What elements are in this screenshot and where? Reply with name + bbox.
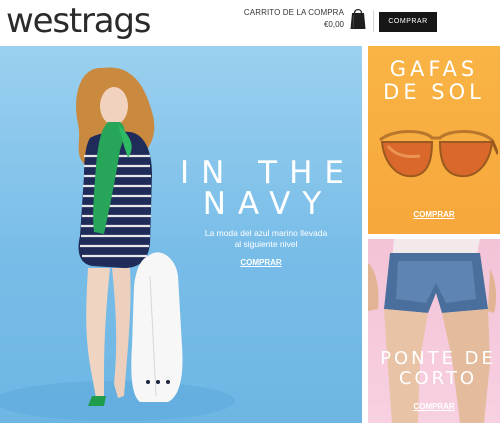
cart-total: €0,00 xyxy=(323,20,344,29)
promo-shorts-link[interactable]: COMPRAR xyxy=(408,402,460,411)
header-divider xyxy=(373,10,374,32)
promo-sunglasses-title: GAFAS DE SOL xyxy=(368,58,500,104)
shopping-cart-summary[interactable]: CARRITO DE LA COMPRA €0,00 xyxy=(240,8,344,32)
hero-title: IN THE NAVY xyxy=(178,158,358,220)
site-header: westrags CARRITO DE LA COMPRA €0,00 COMP… xyxy=(0,0,500,46)
cart-title: CARRITO DE LA COMPRA xyxy=(243,8,344,17)
shorts-photo xyxy=(368,239,497,423)
promo-sunglasses[interactable]: GAFAS DE SOL COMPRAR xyxy=(368,46,500,234)
hero-shop-link[interactable]: COMPRAR xyxy=(237,258,285,267)
hero-subtitle-line-1: La moda del azul marino llevada xyxy=(204,228,328,238)
promo-shorts[interactable]: PONTE DE CORTO COMPRAR xyxy=(368,239,500,423)
hero-subtitle: La moda del azul marino llevada al sigui… xyxy=(180,228,352,250)
hero-subtitle-line-2: al siguiente nivel xyxy=(234,239,298,249)
sunglasses-image xyxy=(379,130,498,178)
promo-shorts-title-line-1: PONTE DE xyxy=(380,348,496,369)
shopping-bag-icon[interactable] xyxy=(350,7,366,30)
promo-shorts-title: PONTE DE CORTO xyxy=(372,349,500,389)
checkout-button[interactable]: COMPRAR xyxy=(379,12,437,32)
promo-sunglasses-title-line-1: GAFAS xyxy=(389,57,479,81)
promo-sunglasses-title-line-2: DE SOL xyxy=(383,80,485,104)
promo-sunglasses-link[interactable]: COMPRAR xyxy=(408,210,460,219)
hero-title-line-2: NAVY xyxy=(202,186,334,222)
hero-banner[interactable]: IN THE NAVY La moda del azul marino llev… xyxy=(0,46,362,423)
promo-shorts-title-line-2: CORTO xyxy=(398,368,478,389)
site-logo[interactable]: westrags xyxy=(6,0,151,44)
hero-title-line-1: IN THE xyxy=(179,155,357,191)
